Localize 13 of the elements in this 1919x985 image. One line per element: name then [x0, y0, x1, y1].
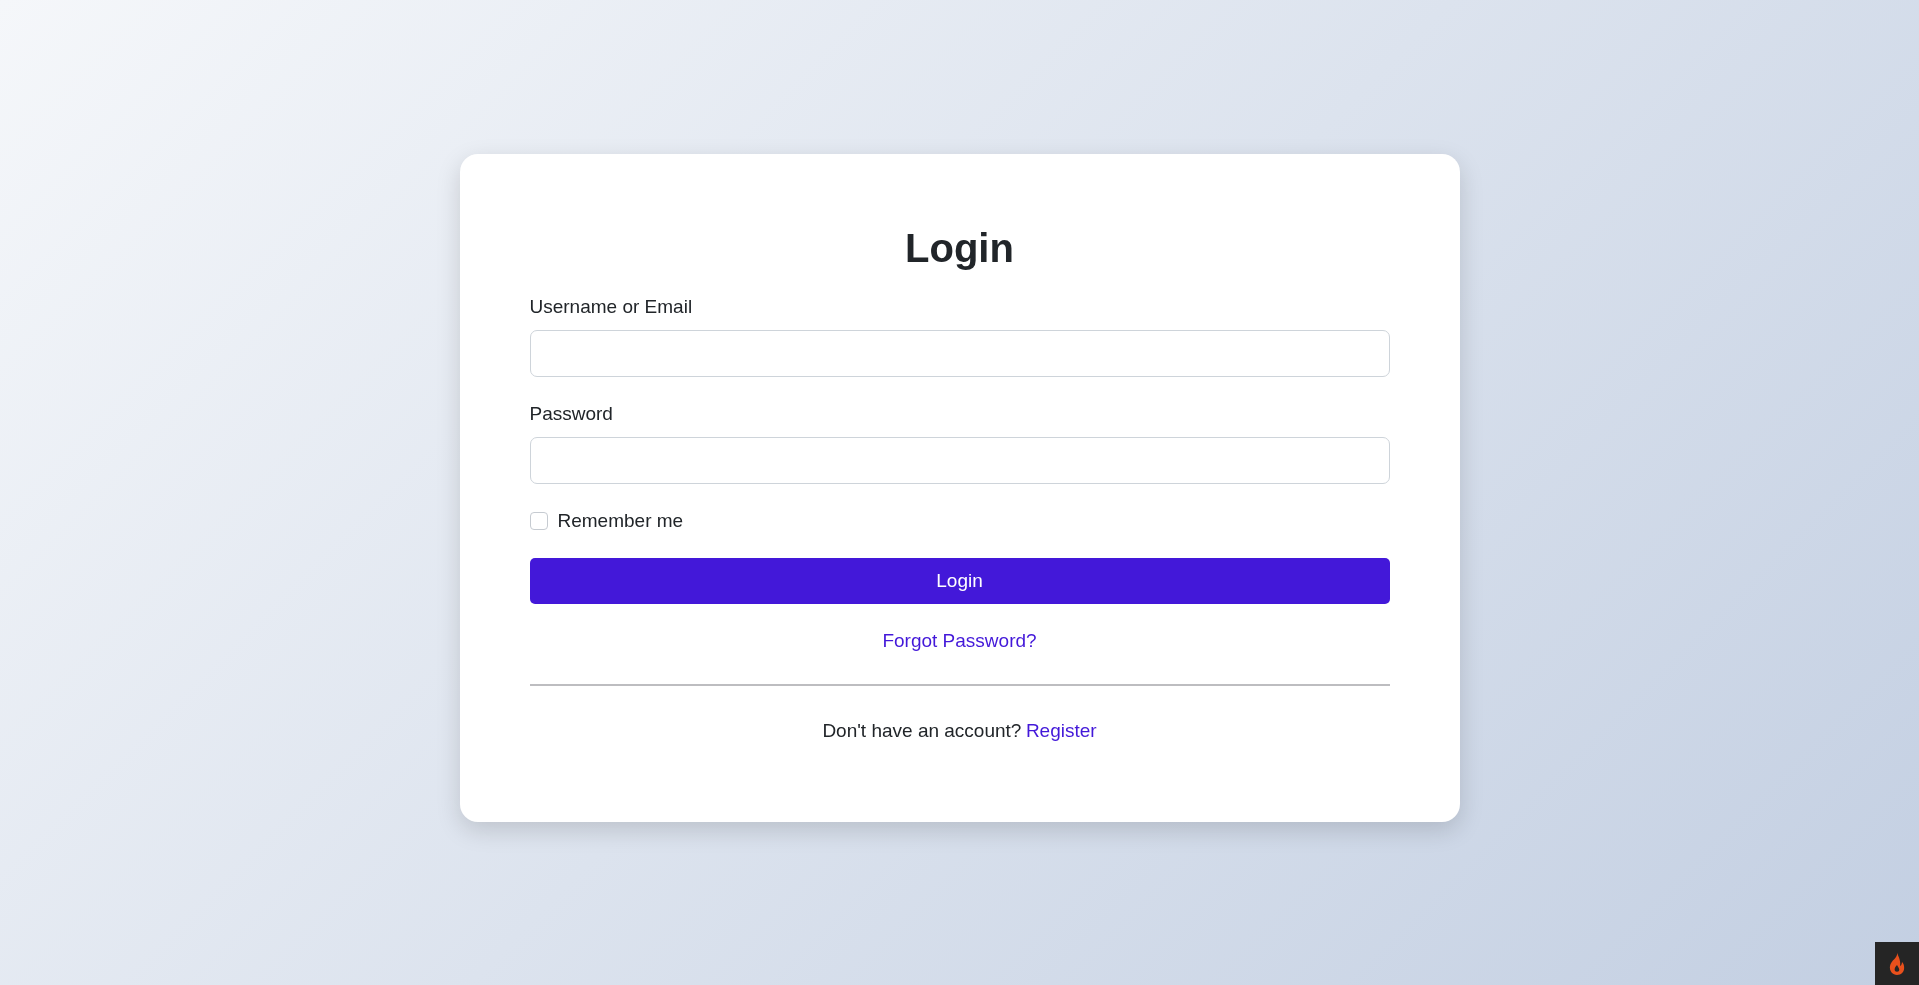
password-field[interactable]: [529, 436, 1390, 484]
flame-button[interactable]: [1875, 942, 1919, 985]
username-field[interactable]: [529, 329, 1390, 377]
register-link[interactable]: Register: [1025, 719, 1097, 741]
field-label: Username or Email: [529, 295, 693, 318]
forgot-password-link[interactable]: Forgot Password?: [882, 629, 1037, 651]
remember-checkbox[interactable]: [529, 511, 548, 530]
checkbox-label: Remember me: [557, 509, 684, 532]
field-label: Password: [529, 402, 613, 425]
login-button[interactable]: Login: [529, 557, 1390, 604]
login-title: Login: [904, 224, 1015, 272]
register-prompt: Don't have an account?: [822, 719, 1022, 741]
flame-icon: [1888, 952, 1906, 975]
